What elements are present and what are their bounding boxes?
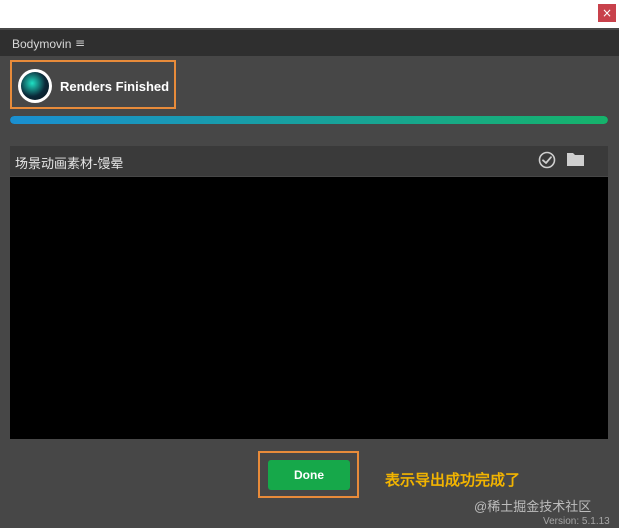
menu-icon[interactable]: ≡ <box>75 36 85 50</box>
annotation-text: 表示导出成功完成了 <box>385 472 521 489</box>
check-circle-icon <box>538 151 556 169</box>
progress-bar-fill <box>10 116 608 124</box>
window-titlebar <box>0 0 619 28</box>
close-button[interactable]: × <box>598 4 616 22</box>
logo-inner <box>21 72 49 100</box>
render-preview <box>10 177 608 439</box>
render-status-text: Renders Finished <box>60 79 170 94</box>
version-label: Version: 5.1.13 <box>543 516 610 527</box>
panel-header <box>0 30 619 56</box>
bodymovin-logo-icon <box>18 69 52 103</box>
render-item-name: 场景动画素材-馒晕 <box>15 156 124 171</box>
done-button[interactable]: Done <box>268 460 350 490</box>
progress-bar <box>10 116 608 124</box>
panel-title: Bodymovin <box>12 37 72 51</box>
folder-icon[interactable] <box>566 151 585 167</box>
watermark: @稀土掘金技术社区 <box>474 499 592 514</box>
